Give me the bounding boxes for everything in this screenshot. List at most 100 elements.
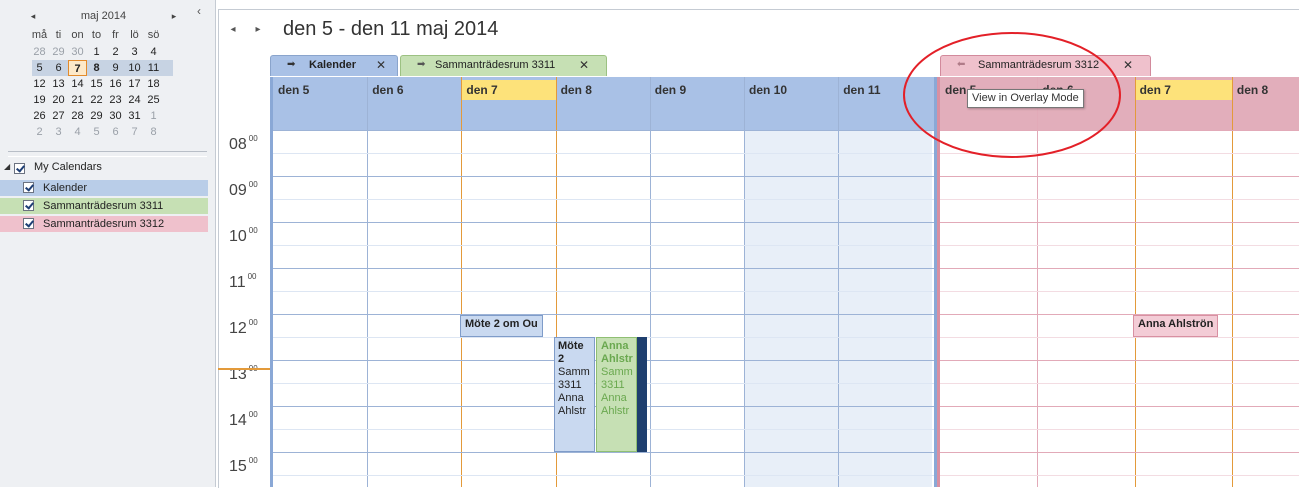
mini-next-month-icon[interactable]: ▸ bbox=[167, 8, 181, 24]
mini-day[interactable]: 1 bbox=[144, 108, 163, 124]
half-hour-line bbox=[940, 475, 1299, 476]
tab-kalender[interactable]: ➡ Kalender ✕ bbox=[270, 55, 398, 76]
mini-week-row[interactable]: 2345678 bbox=[22, 124, 185, 140]
mini-day[interactable]: 25 bbox=[144, 92, 163, 108]
mini-day[interactable]: 2 bbox=[106, 44, 125, 60]
mini-day[interactable]: 21 bbox=[68, 92, 87, 108]
day-header[interactable]: den 7 bbox=[461, 80, 556, 100]
close-icon[interactable]: ✕ bbox=[579, 58, 589, 72]
mini-day[interactable]: 29 bbox=[87, 108, 106, 124]
mini-day[interactable]: 7 bbox=[68, 60, 87, 76]
close-icon[interactable]: ✕ bbox=[376, 58, 386, 72]
mini-day[interactable]: 27 bbox=[49, 108, 68, 124]
mini-day[interactable]: 17 bbox=[125, 76, 144, 92]
mini-week-row[interactable]: 12 13 14 15 16 17 18 bbox=[22, 76, 185, 92]
calendar-checkbox[interactable] bbox=[23, 200, 34, 211]
mini-day[interactable]: 8 bbox=[144, 124, 163, 140]
mini-day[interactable]: 23 bbox=[106, 92, 125, 108]
mini-day[interactable]: 8 bbox=[87, 60, 106, 76]
mini-day[interactable]: 24 bbox=[125, 92, 144, 108]
day-header[interactable]: den 9 bbox=[650, 80, 744, 100]
mini-calendar: ◂ maj 2014 ▸ må ti on to fr lö sö 28 29 30 1 2 3 4 5 6 7… bbox=[22, 8, 185, 140]
mini-month-label: maj 2014 bbox=[80, 10, 127, 22]
mini-day[interactable]: 26 bbox=[30, 108, 49, 124]
minute-value: 00 bbox=[248, 456, 258, 465]
appointment[interactable]: Möte 2 Samm 3311 Anna Ahlstr bbox=[554, 337, 595, 452]
mini-day[interactable]: 2 bbox=[30, 124, 49, 140]
mini-day[interactable]: 1 bbox=[87, 44, 106, 60]
mini-day[interactable]: 12 bbox=[30, 76, 49, 92]
mini-day[interactable]: 5 bbox=[87, 124, 106, 140]
mini-weekday: fr bbox=[112, 29, 119, 41]
mini-day[interactable]: 31 bbox=[125, 108, 144, 124]
mini-day[interactable]: 28 bbox=[68, 108, 87, 124]
mini-day[interactable]: 4 bbox=[144, 44, 163, 60]
hour-line bbox=[940, 222, 1299, 223]
column-divider bbox=[649, 77, 651, 487]
mini-day[interactable]: 18 bbox=[144, 76, 163, 92]
calendar-checkbox[interactable] bbox=[23, 218, 34, 229]
pane-splitter[interactable] bbox=[8, 151, 207, 157]
hour-line bbox=[273, 268, 940, 269]
mini-week-row[interactable]: 26 27 28 29 30 31 1 bbox=[22, 108, 185, 124]
appointment-line: Samm bbox=[601, 366, 633, 378]
next-week-icon[interactable]: ▸ bbox=[251, 20, 265, 40]
mini-day[interactable]: 29 bbox=[49, 44, 68, 60]
mini-day[interactable]: 13 bbox=[49, 76, 68, 92]
mini-day[interactable]: 3 bbox=[125, 44, 144, 60]
hour-line bbox=[940, 452, 1299, 453]
mini-day[interactable]: 30 bbox=[68, 44, 87, 60]
day-header[interactable]: den 8 bbox=[1232, 80, 1299, 100]
mini-day[interactable]: 7 bbox=[125, 124, 144, 140]
mini-day[interactable]: 10 bbox=[125, 60, 144, 76]
my-calendars-checkbox[interactable] bbox=[14, 162, 25, 174]
mini-week-row[interactable]: 19 20 21 22 23 24 25 bbox=[22, 92, 185, 108]
mini-day[interactable]: 28 bbox=[30, 44, 49, 60]
tab-room-3311[interactable]: ➡ Sammanträdesrum 3311 ✕ bbox=[400, 55, 607, 76]
day-header[interactable]: den 7 bbox=[1134, 80, 1232, 100]
mini-day[interactable]: 15 bbox=[87, 76, 106, 92]
overlay-arrow-icon[interactable]: ➡ bbox=[287, 59, 295, 70]
half-hour-line bbox=[940, 245, 1299, 246]
hour-label: 10 00 bbox=[229, 226, 269, 246]
mini-week-row[interactable]: 28 29 30 1 2 3 4 bbox=[22, 44, 185, 60]
mini-day[interactable]: 6 bbox=[106, 124, 125, 140]
appointment-line: Anna bbox=[558, 392, 584, 404]
overlay-arrow-icon[interactable]: ➡ bbox=[417, 59, 425, 70]
column-divider bbox=[744, 77, 745, 487]
day-header[interactable]: den 8 bbox=[556, 80, 650, 100]
collapse-triangle-icon[interactable]: ◢ bbox=[4, 162, 10, 171]
appointment[interactable]: Möte 2 om Ou bbox=[460, 315, 543, 337]
mini-day[interactable]: 3 bbox=[49, 124, 68, 140]
mini-day[interactable]: 11 bbox=[144, 60, 163, 76]
appointment-line: 3311 bbox=[558, 379, 582, 391]
calendar-item[interactable]: Sammanträdesrum 3312 bbox=[0, 216, 208, 232]
mini-day[interactable]: 19 bbox=[30, 92, 49, 108]
collapse-pane-icon[interactable]: ‹ bbox=[192, 4, 206, 18]
day-header[interactable]: den 5 bbox=[273, 80, 367, 100]
appointment[interactable]: Anna Ahlstr Samm 3311 Anna Ahlstr bbox=[596, 337, 637, 452]
mini-day[interactable]: 4 bbox=[68, 124, 87, 140]
my-calendars-group[interactable]: ◢ My Calendars bbox=[4, 160, 208, 176]
appointment[interactable]: Anna Ahlströn bbox=[1133, 315, 1218, 337]
mini-day[interactable]: 14 bbox=[68, 76, 87, 92]
day-header[interactable]: den 10 bbox=[744, 80, 838, 100]
my-calendars-label: My Calendars bbox=[34, 161, 102, 173]
mini-day[interactable]: 6 bbox=[49, 60, 68, 76]
hour-value: 12 bbox=[229, 320, 247, 337]
calendar-item[interactable]: Kalender bbox=[0, 180, 208, 196]
mini-day[interactable]: 5 bbox=[30, 60, 49, 76]
mini-weekday: on bbox=[71, 29, 84, 41]
mini-week-row[interactable]: 5 6 7 8 9 10 11 bbox=[22, 60, 185, 76]
mini-day[interactable]: 16 bbox=[106, 76, 125, 92]
mini-day[interactable]: 9 bbox=[106, 60, 125, 76]
previous-week-icon[interactable]: ◂ bbox=[226, 20, 240, 40]
calendar-checkbox[interactable] bbox=[23, 182, 34, 193]
day-header[interactable]: den 6 bbox=[367, 80, 461, 100]
mini-day[interactable]: 30 bbox=[106, 108, 125, 124]
hour-value: 15 bbox=[229, 458, 247, 475]
mini-day[interactable]: 20 bbox=[49, 92, 68, 108]
calendar-item[interactable]: Sammanträdesrum 3311 bbox=[0, 198, 208, 214]
mini-day[interactable]: 22 bbox=[87, 92, 106, 108]
hour-label: 11 00 bbox=[229, 272, 269, 292]
